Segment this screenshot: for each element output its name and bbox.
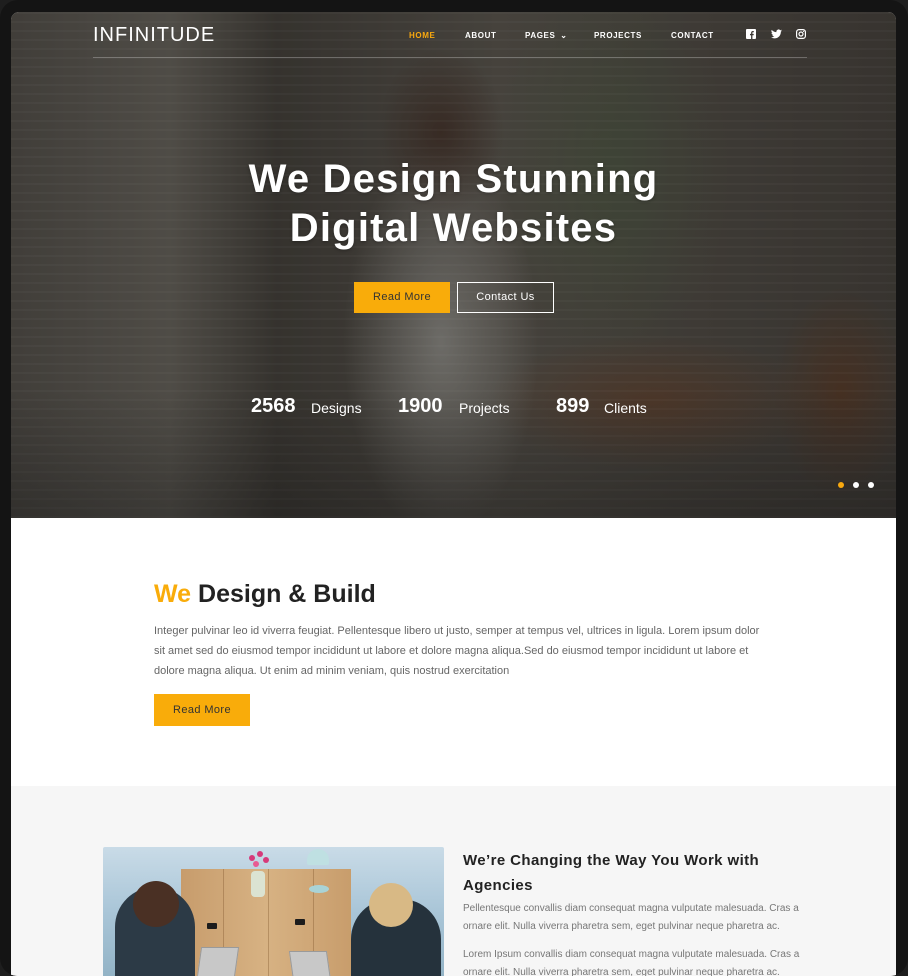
stat-designs-label: Designs [311,400,362,416]
nav-item-projects[interactable]: PROJECTS [594,31,642,40]
section-title-accent: We [154,580,192,608]
agency-section: We’re Changing the Way You Work with Age… [11,786,896,976]
hero-dark-overlay [11,12,896,518]
instagram-icon[interactable] [795,29,807,41]
hero-heading-line-2: Digital Websites [289,206,618,250]
stat-clients-label: Clients [604,400,647,416]
section-title-rest: Design & Build [198,580,376,608]
hero-heading: We Design Stunning Digital Websites [11,155,896,253]
facebook-icon[interactable] [745,29,757,41]
section-paragraph: Integer pulvinar leo id viverra feugiat.… [154,625,760,677]
section-title: We Design & Build [154,580,376,609]
agency-title: We’re Changing the Way You Work with Age… [463,852,760,894]
slider-dot-2[interactable] [853,482,859,488]
stat-designs-value: 2568 [251,395,296,417]
team-working-photo [103,847,444,976]
nav-item-home[interactable]: HOME [409,31,435,40]
slider-dot-3[interactable] [868,482,874,488]
stat-projects-label: Projects [459,400,510,416]
stat-projects-value: 1900 [398,395,443,417]
nav-item-pages[interactable]: PAGES ⌄ [525,31,568,40]
nav-item-about[interactable]: ABOUT [465,31,496,40]
agency-paragraph-1: Pellentesque convallis diam consequat ma… [463,903,799,932]
slider-dot-1[interactable] [838,482,844,488]
nav-item-pages-label: PAGES [525,31,556,40]
device-frame: INFINITUDE HOME ABOUT PAGES ⌄ PROJECTS C… [0,0,908,976]
stat-clients-value: 899 [556,395,590,417]
browser-viewport: INFINITUDE HOME ABOUT PAGES ⌄ PROJECTS C… [11,12,896,976]
hero-read-more-button[interactable]: Read More [354,282,450,313]
design-build-section: We Design & Build Integer pulvinar leo i… [11,518,896,786]
nav-item-contact[interactable]: CONTACT [671,31,714,40]
twitter-icon[interactable] [770,29,782,41]
chevron-down-icon: ⌄ [560,31,568,40]
hero-section: INFINITUDE HOME ABOUT PAGES ⌄ PROJECTS C… [11,12,896,518]
about-read-more-button[interactable]: Read More [154,694,250,726]
top-navbar: INFINITUDE HOME ABOUT PAGES ⌄ PROJECTS C… [93,12,807,58]
hero-heading-line-1: We Design Stunning [248,157,659,201]
agency-paragraph-2: Lorem Ipsum convallis diam consequat mag… [463,949,800,976]
site-logo[interactable]: INFINITUDE [93,24,215,47]
hero-contact-us-button[interactable]: Contact Us [457,282,554,313]
